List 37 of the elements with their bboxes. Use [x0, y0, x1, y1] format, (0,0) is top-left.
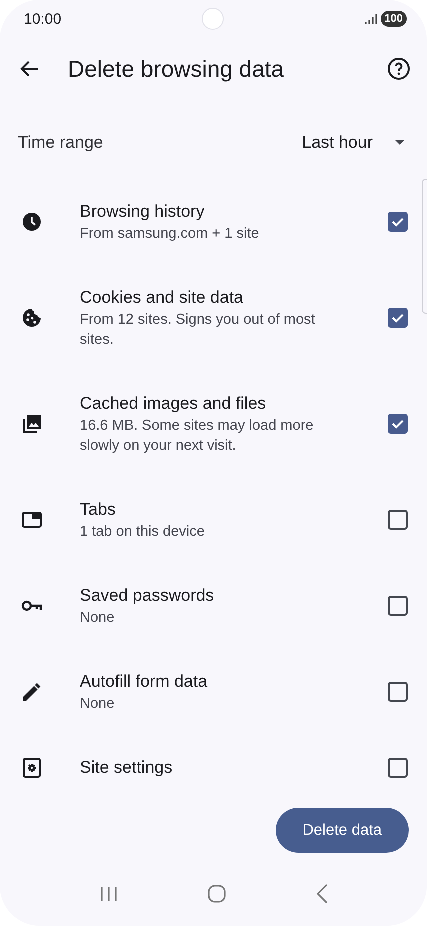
- option-description: From 12 sites. Signs you out of most sites.: [80, 311, 316, 350]
- checkbox[interactable]: [388, 414, 408, 434]
- signal-icon: [364, 14, 377, 24]
- home-icon[interactable]: [206, 884, 226, 904]
- battery-level: 100: [380, 11, 407, 27]
- option-title: Autofill form data: [80, 671, 209, 693]
- page-title: Delete browsing data: [68, 56, 286, 82]
- checkbox[interactable]: [388, 510, 408, 530]
- option-title: Saved passwords: [80, 585, 216, 607]
- option-title: Tabs: [80, 499, 117, 521]
- option-title: Site settings: [80, 757, 174, 779]
- camera-cutout: [202, 8, 224, 30]
- clock-icon: [20, 210, 44, 234]
- option-title: Browsing history: [80, 201, 206, 223]
- status-time: 10:00: [24, 10, 62, 28]
- images-icon: [20, 412, 44, 436]
- checkbox[interactable]: [388, 682, 408, 702]
- option-description: From samsung.com + 1 site: [80, 225, 260, 244]
- checkbox[interactable]: [388, 596, 408, 616]
- help-icon[interactable]: [387, 57, 411, 81]
- back-nav-icon[interactable]: [316, 884, 328, 904]
- recents-icon[interactable]: [100, 886, 118, 902]
- caret-icon: [395, 140, 405, 145]
- delete-data-button[interactable]: Delete data: [276, 808, 409, 853]
- time-range-dropdown[interactable]: Last hour: [298, 128, 409, 156]
- checkbox[interactable]: [388, 758, 408, 778]
- option-description: 16.6 MB. Some sites may load more slowly on your next visit.: [80, 417, 315, 456]
- checkbox[interactable]: [388, 308, 408, 328]
- gear-page-icon: [20, 756, 44, 780]
- cookie-icon: [20, 306, 44, 330]
- option-title: Cookies and site data: [80, 287, 244, 309]
- time-range-label: Time range: [18, 132, 104, 152]
- checkbox[interactable]: [388, 212, 408, 232]
- option-title: Cached images and files: [80, 393, 268, 415]
- option-description: 1 tab on this device: [80, 523, 206, 542]
- option-description: None: [80, 609, 116, 628]
- option-description: None: [80, 695, 116, 714]
